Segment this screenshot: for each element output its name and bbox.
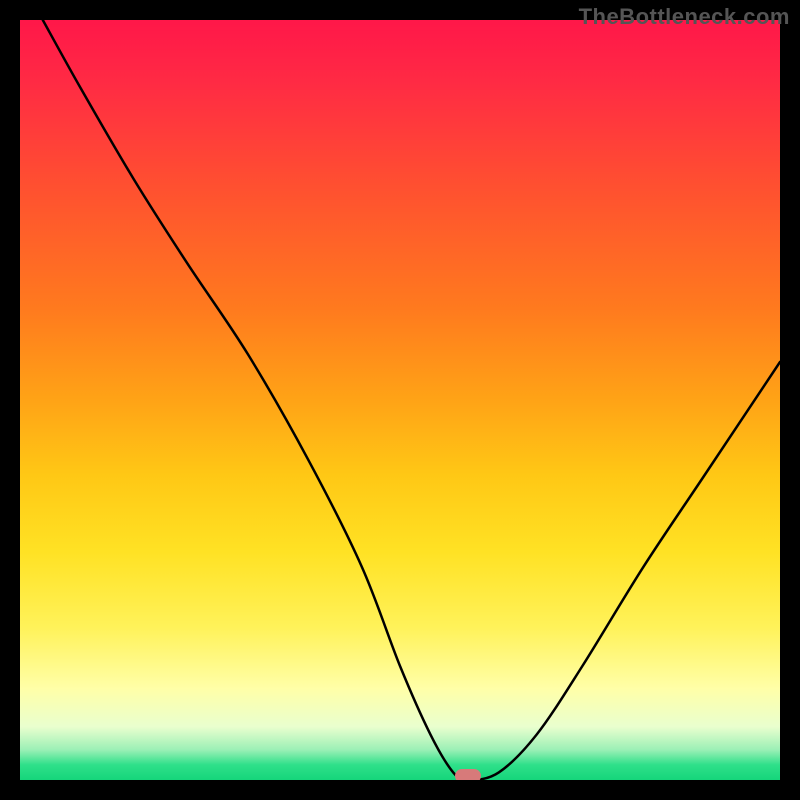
watermark-text: TheBottleneck.com [579, 4, 790, 30]
bottleneck-curve-path [43, 20, 780, 780]
minimum-marker [455, 769, 481, 780]
chart-container: TheBottleneck.com [0, 0, 800, 800]
plot-area [20, 20, 780, 780]
bottleneck-curve-svg [20, 20, 780, 780]
